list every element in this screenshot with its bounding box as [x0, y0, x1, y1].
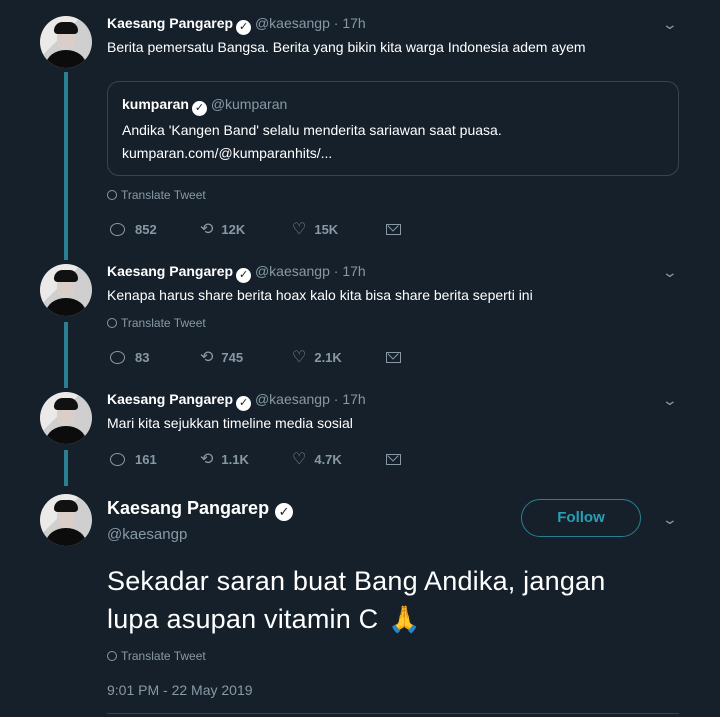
- quote-text: Andika 'Kangen Band' selalu menderita sa…: [122, 122, 502, 138]
- translate-tweet-link[interactable]: Translate Tweet: [107, 649, 206, 663]
- reply-count: 83: [135, 350, 150, 365]
- author-handle[interactable]: @kaesangp: [255, 391, 330, 407]
- reply-button[interactable]: 83: [110, 350, 149, 365]
- chevron-down-icon[interactable]: ⌄: [662, 511, 678, 528]
- thread-line: [64, 450, 68, 486]
- main-tweet-text-line2-content: lupa asupan vitamin C: [107, 604, 379, 634]
- avatar[interactable]: [40, 494, 92, 546]
- tweet-header: Kaesang Pangarep ✓ @kaesangp · 17h: [107, 15, 366, 35]
- retweet-icon: ⟲: [200, 221, 214, 238]
- author-handle[interactable]: @kaesangp: [255, 263, 330, 279]
- main-tweet-text-line2: lupa asupan vitamin C 🙏: [107, 604, 421, 635]
- retweet-button[interactable]: ⟲ 1.1K: [200, 449, 249, 469]
- retweet-button[interactable]: ⟲ 12K: [200, 219, 245, 239]
- retweet-count: 1.1K: [221, 452, 249, 467]
- avatar[interactable]: [40, 392, 92, 444]
- divider: [107, 713, 679, 714]
- tweet-time[interactable]: 17h: [342, 15, 365, 31]
- follow-button[interactable]: Follow: [521, 499, 641, 537]
- tweet-time[interactable]: 17h: [342, 391, 365, 407]
- globe-icon: [107, 190, 117, 200]
- like-button[interactable]: ♡ 15K: [292, 219, 338, 239]
- verified-badge-icon: ✓: [236, 268, 252, 283]
- like-button[interactable]: ♡ 4.7K: [292, 449, 342, 469]
- message-button[interactable]: [386, 350, 401, 365]
- like-count: 4.7K: [314, 452, 342, 467]
- chevron-down-icon[interactable]: ⌄: [662, 392, 678, 409]
- like-count: 15K: [314, 222, 339, 237]
- mail-icon: [386, 352, 401, 363]
- mail-icon: [386, 454, 401, 465]
- message-button[interactable]: [386, 222, 401, 237]
- tweet-timestamp[interactable]: 9:01 PM - 22 May 2019: [107, 682, 253, 698]
- reply-icon: [110, 453, 125, 466]
- avatar[interactable]: [40, 16, 92, 68]
- thread-line: [64, 72, 68, 260]
- tweet-header: Kaesang Pangarep ✓ @kaesangp · 17h: [107, 263, 366, 283]
- reply-icon: [110, 351, 125, 364]
- quote-author-name: kumparan: [122, 96, 189, 112]
- message-button[interactable]: [386, 452, 401, 467]
- verified-badge-icon: ✓: [191, 101, 207, 116]
- avatar[interactable]: [40, 264, 92, 316]
- tweet-text: Mari kita sejukkan timeline media sosial: [107, 415, 353, 431]
- like-count: 2.1K: [314, 350, 342, 365]
- separator-dot: ·: [333, 391, 339, 407]
- retweet-count: 745: [221, 350, 244, 365]
- folded-hands-icon: 🙏: [388, 604, 421, 634]
- globe-icon: [107, 651, 117, 661]
- author-name[interactable]: Kaesang Pangarep: [107, 263, 233, 279]
- separator-dot: ·: [333, 15, 339, 31]
- quoted-tweet[interactable]: kumparan ✓ @kumparan Andika 'Kangen Band'…: [107, 81, 679, 176]
- main-author-name[interactable]: Kaesang Pangarep ✓: [107, 498, 294, 521]
- heart-icon: ♡: [292, 349, 307, 366]
- heart-icon: ♡: [292, 221, 307, 238]
- tweet-header: Kaesang Pangarep ✓ @kaesangp · 17h: [107, 391, 366, 411]
- tweet-time[interactable]: 17h: [342, 263, 365, 279]
- verified-badge-icon: ✓: [275, 503, 294, 521]
- author-name[interactable]: Kaesang Pangarep: [107, 391, 233, 407]
- author-name[interactable]: Kaesang Pangarep: [107, 15, 233, 31]
- translate-tweet-link[interactable]: Translate Tweet: [107, 188, 206, 202]
- separator-dot: ·: [333, 263, 339, 279]
- reply-button[interactable]: 161: [110, 452, 157, 467]
- retweet-icon: ⟲: [200, 349, 214, 366]
- retweet-icon: ⟲: [200, 451, 214, 468]
- tweet-text: Kenapa harus share berita hoax kalo kita…: [107, 287, 533, 303]
- reply-count: 852: [135, 222, 157, 237]
- quote-link: kumparan.com/@kumparanhits/...: [122, 145, 333, 161]
- thread-line: [64, 322, 68, 388]
- main-author-handle[interactable]: @kaesangp: [107, 526, 187, 543]
- globe-icon: [107, 318, 117, 328]
- chevron-down-icon[interactable]: ⌄: [662, 16, 678, 33]
- main-tweet-text-line1: Sekadar saran buat Bang Andika, jangan: [107, 566, 606, 596]
- reply-icon: [110, 223, 125, 236]
- translate-label: Translate Tweet: [121, 649, 206, 663]
- reply-button[interactable]: 852: [110, 222, 157, 237]
- retweet-count: 12K: [221, 222, 246, 237]
- translate-tweet-link[interactable]: Translate Tweet: [107, 316, 206, 330]
- heart-icon: ♡: [292, 451, 307, 468]
- chevron-down-icon[interactable]: ⌄: [662, 264, 678, 281]
- translate-label: Translate Tweet: [121, 188, 206, 202]
- author-handle[interactable]: @kaesangp: [255, 15, 330, 31]
- verified-badge-icon: ✓: [236, 396, 252, 411]
- retweet-button[interactable]: ⟲ 745: [200, 347, 243, 367]
- quote-author-handle: @kumparan: [210, 96, 288, 112]
- tweet-text: Berita pemersatu Bangsa. Berita yang bik…: [107, 39, 586, 55]
- reply-count: 161: [135, 452, 157, 467]
- main-author-name-text: Kaesang Pangarep: [107, 498, 270, 518]
- like-button[interactable]: ♡ 2.1K: [292, 347, 342, 367]
- mail-icon: [386, 224, 401, 235]
- verified-badge-icon: ✓: [236, 20, 252, 35]
- quote-header: kumparan ✓ @kumparan: [122, 96, 287, 116]
- translate-label: Translate Tweet: [121, 316, 206, 330]
